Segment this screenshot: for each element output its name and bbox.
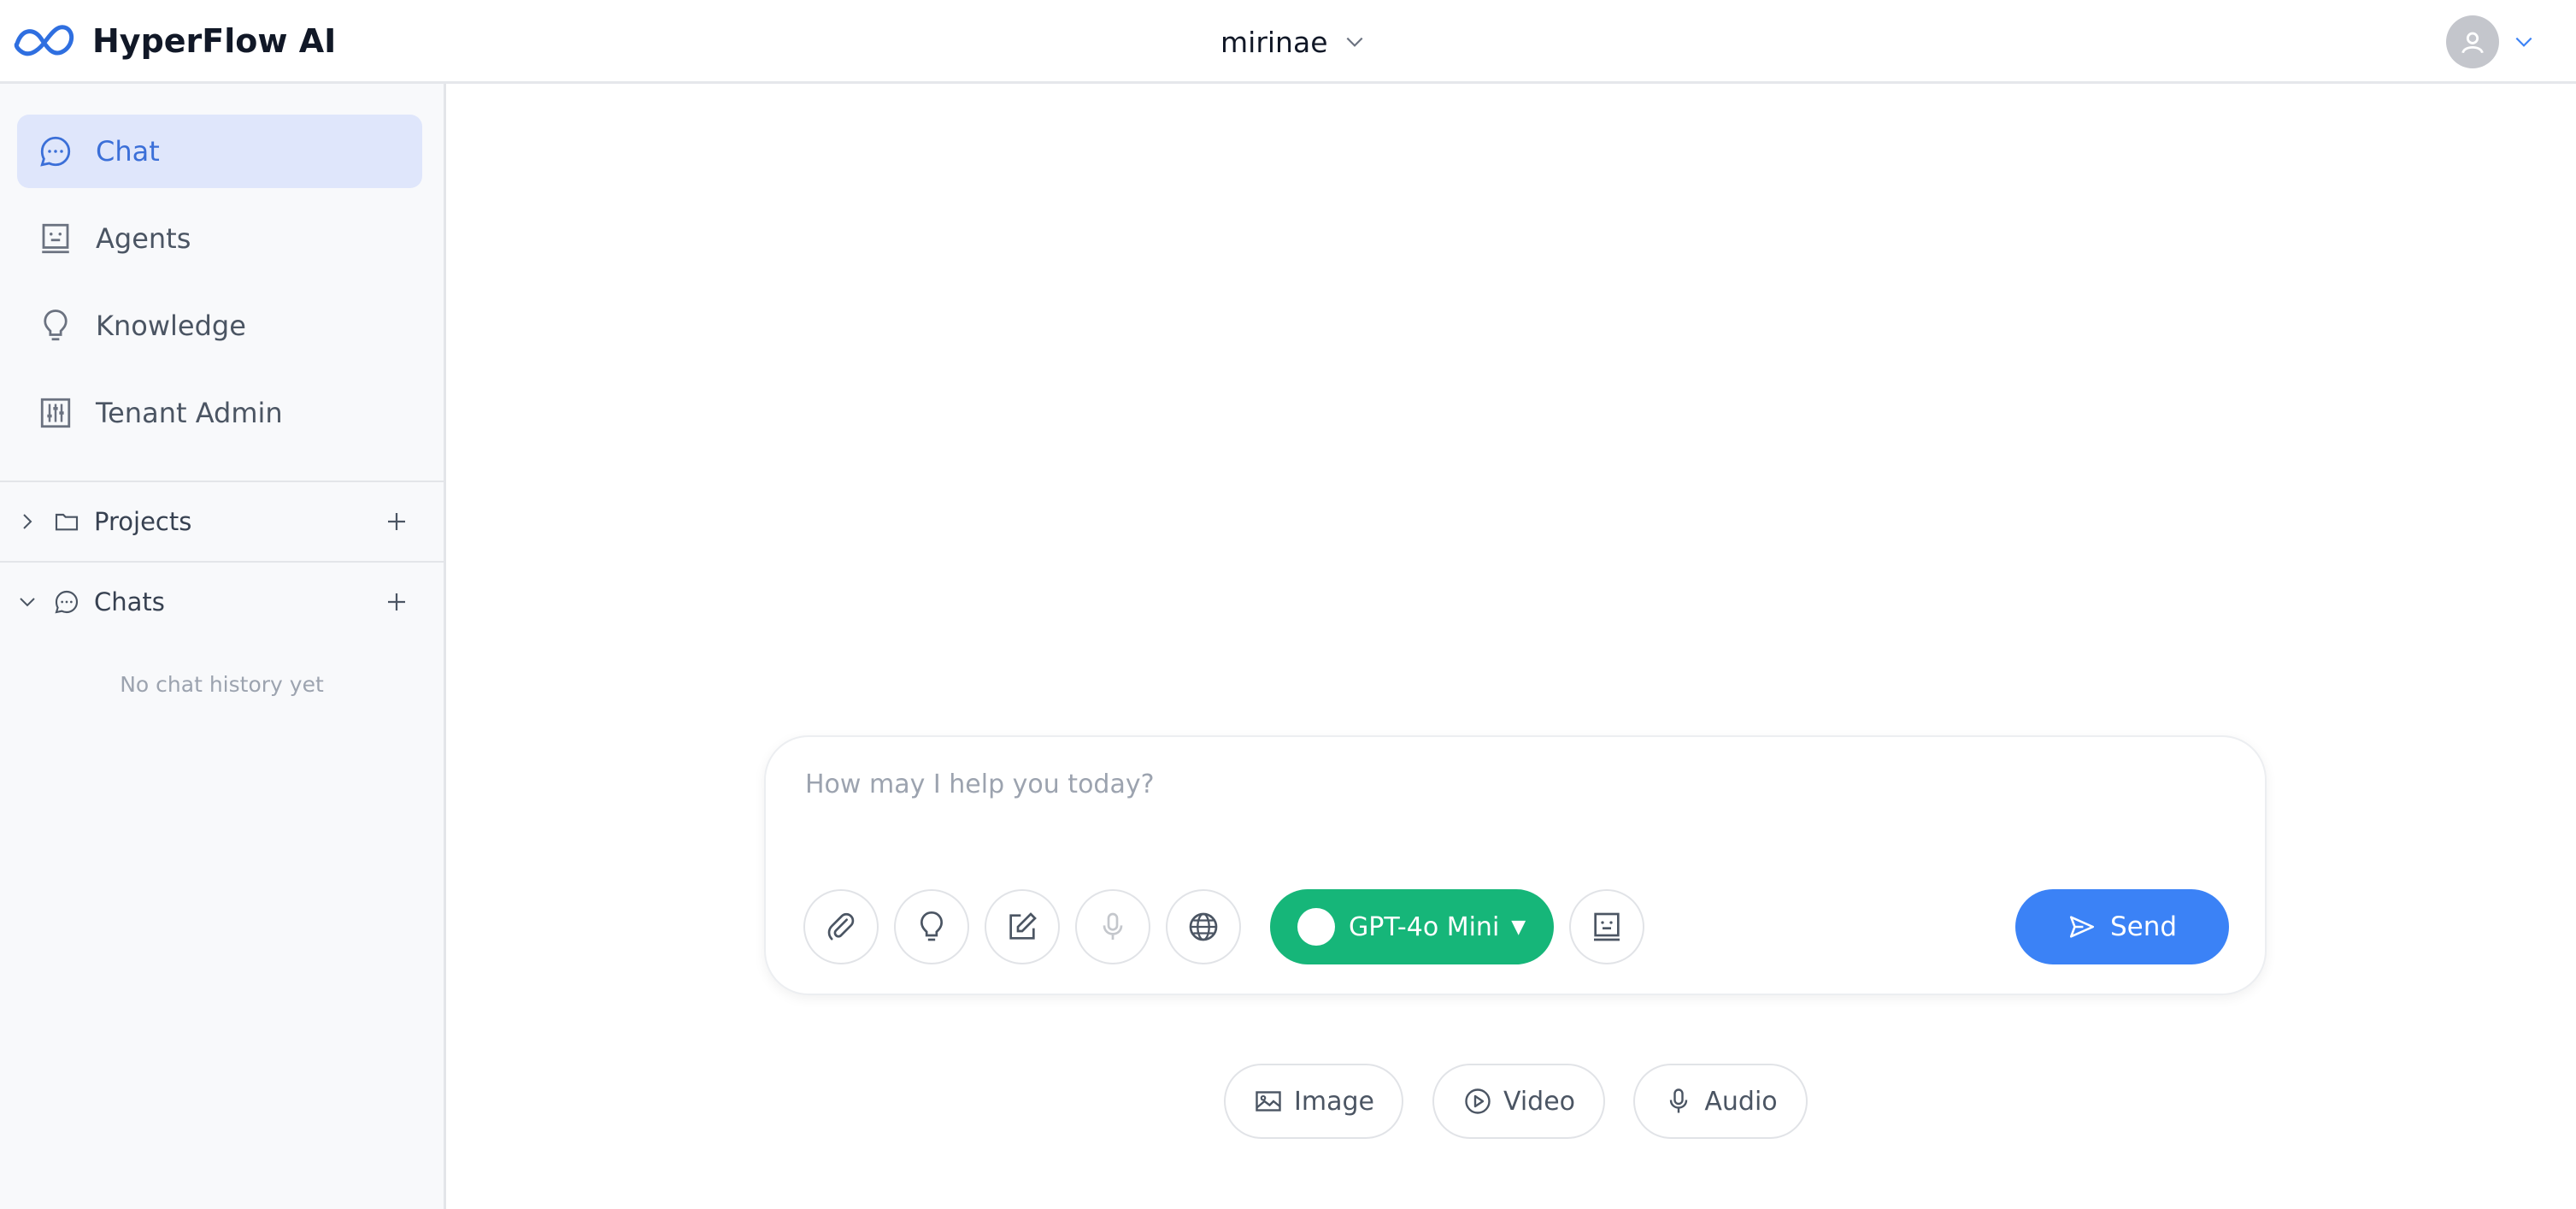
user-menu[interactable] [2446, 15, 2535, 68]
model-logo-icon [1297, 908, 1335, 946]
edit-button[interactable] [985, 889, 1060, 964]
chats-label: Chats [94, 587, 165, 616]
sidebar-item-label: Chat [96, 135, 160, 168]
user-icon [2461, 32, 2484, 54]
sidebar-item-knowledge[interactable]: Knowledge [17, 289, 422, 363]
globe-icon [1189, 912, 1218, 941]
chat-bubble-icon [55, 590, 79, 614]
chevron-down-icon[interactable] [17, 592, 38, 612]
agent-select-button[interactable] [1569, 889, 1644, 964]
sidebar-divider [0, 561, 444, 563]
caret-down-icon: ▼ [1511, 916, 1526, 938]
chevron-down-icon [2515, 37, 2532, 47]
app-logo[interactable]: HyperFlow AI [12, 17, 336, 65]
image-button[interactable]: Image [1224, 1064, 1403, 1139]
send-icon [2069, 916, 2094, 938]
sidebar-item-tenant-admin[interactable]: Tenant Admin [17, 376, 422, 450]
web-search-button[interactable] [1166, 889, 1241, 964]
ideas-button[interactable] [894, 889, 969, 964]
sidebar-item-label: Tenant Admin [96, 397, 283, 429]
model-label: GPT-4o Mini [1349, 911, 1500, 942]
chat-bubble-icon [40, 136, 71, 167]
tenant-name: mirinae [1220, 25, 1328, 59]
sidebar: Chat Agents Knowledge Tenant Admin Proje… [0, 84, 446, 1209]
voice-input-button[interactable] [1075, 889, 1150, 964]
prompt-input[interactable] [805, 770, 2173, 799]
agent-icon [1594, 912, 1620, 941]
lightbulb-icon [920, 911, 944, 941]
edit-icon [1009, 912, 1037, 940]
chevron-down-icon [1346, 37, 1362, 47]
chat-history-empty-text: No chat history yet [120, 672, 324, 697]
projects-section[interactable]: Projects [0, 496, 444, 547]
video-label: Video [1503, 1086, 1576, 1117]
model-selector[interactable]: GPT-4o Mini ▼ [1270, 889, 1554, 964]
image-label: Image [1294, 1086, 1374, 1117]
chats-section[interactable]: Chats [0, 576, 444, 628]
microphone-icon [1670, 1088, 1688, 1113]
video-button[interactable]: Video [1432, 1064, 1605, 1139]
add-project-icon[interactable] [384, 509, 409, 534]
microphone-icon [1103, 912, 1123, 940]
agent-icon [42, 223, 69, 254]
sidebar-divider [0, 481, 444, 482]
audio-button[interactable]: Audio [1633, 1064, 1808, 1139]
lightbulb-icon [44, 310, 68, 341]
folder-icon [55, 513, 79, 531]
attach-button[interactable] [803, 889, 879, 964]
sidebar-item-label: Knowledge [96, 310, 246, 342]
chevron-right-icon[interactable] [17, 511, 38, 532]
sidebar-item-chat[interactable]: Chat [17, 115, 422, 188]
avatar[interactable] [2446, 15, 2499, 68]
top-header: HyperFlow AI mirinae [0, 0, 2576, 84]
projects-label: Projects [94, 507, 192, 536]
infinity-logo-icon [14, 25, 74, 56]
paperclip-icon [827, 912, 855, 941]
sliders-icon [40, 398, 71, 428]
tenant-selector[interactable]: mirinae [1220, 21, 1366, 63]
play-circle-icon [1465, 1088, 1491, 1114]
image-icon [1256, 1091, 1281, 1112]
sidebar-item-agents[interactable]: Agents [17, 202, 422, 275]
send-label: Send [2109, 911, 2178, 942]
sidebar-item-label: Agents [96, 222, 191, 255]
add-chat-icon[interactable] [384, 589, 409, 615]
app-name: HyperFlow AI [92, 22, 337, 60]
send-button[interactable]: Send [2015, 889, 2229, 964]
chat-composer: GPT-4o Mini ▼ Send [764, 735, 2267, 995]
audio-label: Audio [1704, 1086, 1778, 1117]
